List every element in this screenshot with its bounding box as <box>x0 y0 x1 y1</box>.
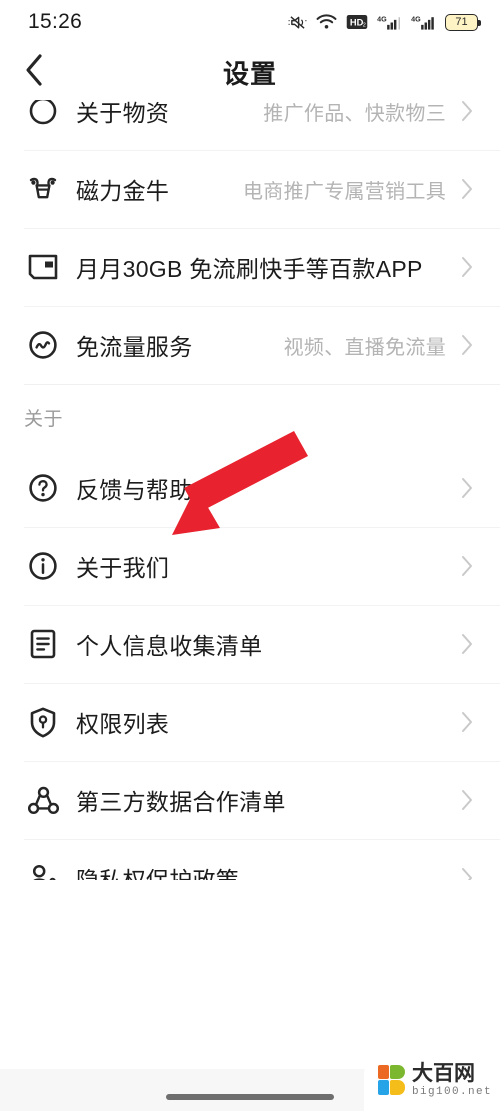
silent-mode-icon <box>288 14 307 31</box>
list-item-magnetic-bull[interactable]: 磁力金牛 电商推广专属营销工具 <box>0 150 500 228</box>
watermark: 大百网 big100.net <box>364 1049 500 1111</box>
list-item-label: 磁力金牛 <box>76 178 170 204</box>
chevron-right-icon <box>456 100 478 122</box>
hd-volte-icon: HD 2 <box>346 14 368 30</box>
list-item-label: 关于物资 <box>76 100 170 126</box>
status-icon-group: HD 2 4G 4G 71 <box>288 13 481 31</box>
chevron-left-icon <box>24 53 46 92</box>
phone-screen: 15:26 HD 2 4G 4G 71 设置 关于物资 推广作品、快款物三 磁力… <box>0 0 500 1111</box>
list-item-feedback-help[interactable]: 反馈与帮助 <box>0 449 500 527</box>
home-indicator[interactable] <box>166 1094 334 1100</box>
chevron-right-icon <box>456 711 478 733</box>
circle-icon <box>24 100 62 130</box>
data-flow-icon <box>24 326 62 364</box>
list-item-data-plan[interactable]: 月月30GB 免流刷快手等百款APP <box>0 228 500 306</box>
list-item-value: 电商推广专属营销工具 <box>243 180 446 203</box>
chevron-right-icon <box>456 334 478 356</box>
watermark-name-en: big100.net <box>412 1085 493 1098</box>
status-time: 15:26 <box>28 10 83 33</box>
list-item-permission-list[interactable]: 权限列表 <box>0 683 500 761</box>
list-item-label: 反馈与帮助 <box>76 477 193 503</box>
list-item-label: 月月30GB 免流刷快手等百款APP <box>76 256 423 282</box>
svg-text:2: 2 <box>363 23 366 29</box>
title-bar: 设置 <box>0 44 500 100</box>
document-list-icon <box>24 625 62 663</box>
list-item-label: 隐私权保护政策 <box>76 867 240 880</box>
chevron-right-icon <box>456 867 478 880</box>
list-item-label: 个人信息收集清单 <box>76 633 263 659</box>
svg-text:4G: 4G <box>377 15 387 23</box>
watermark-logo-icon <box>378 1065 406 1095</box>
svg-text:HD: HD <box>350 18 364 28</box>
list-item-label: 权限列表 <box>76 711 170 737</box>
chevron-right-icon <box>456 178 478 200</box>
person-lock-icon <box>24 859 62 880</box>
wifi-icon <box>316 14 337 30</box>
list-item-label: 第三方数据合作清单 <box>76 789 286 815</box>
battery-icon: 71 <box>445 13 481 31</box>
question-circle-icon <box>24 469 62 507</box>
network-nodes-icon <box>24 781 62 819</box>
list-item-label: 关于我们 <box>76 555 170 581</box>
chevron-right-icon <box>456 477 478 499</box>
list-item-third-party-data[interactable]: 第三方数据合作清单 <box>0 761 500 839</box>
status-bar: 15:26 HD 2 4G 4G 71 <box>0 0 500 44</box>
signal-4g-sim2-icon: 4G <box>411 14 436 31</box>
list-item-label: 免流量服务 <box>76 334 193 360</box>
section-header-about: 关于 <box>0 385 500 449</box>
list-item-value: 推广作品、快款物三 <box>263 102 446 125</box>
list-item-about-us[interactable]: 关于我们 <box>0 527 500 605</box>
signal-4g-sim1-icon: 4G <box>377 14 402 31</box>
chevron-right-icon <box>456 633 478 655</box>
svg-text:4G: 4G <box>411 15 421 23</box>
list-item-value: 视频、直播免流量 <box>283 336 446 359</box>
list-item-free-data-service[interactable]: 免流量服务 视频、直播免流量 <box>0 306 500 384</box>
chevron-right-icon <box>456 789 478 811</box>
list-item-privacy-policy[interactable]: 隐私权保护政策 <box>0 839 500 880</box>
chevron-right-icon <box>456 256 478 278</box>
list-item-personal-info-list[interactable]: 个人信息收集清单 <box>0 605 500 683</box>
list-item-clipped[interactable]: 关于物资 推广作品、快款物三 <box>0 100 500 150</box>
shield-key-icon <box>24 703 62 741</box>
settings-list[interactable]: 关于物资 推广作品、快款物三 磁力金牛 电商推广专属营销工具 月月30GB 免流… <box>0 100 500 880</box>
sim-card-icon <box>24 248 62 286</box>
watermark-name-cn: 大百网 <box>412 1061 475 1085</box>
page-title: 设置 <box>222 58 277 89</box>
back-button[interactable] <box>0 44 70 100</box>
chevron-right-icon <box>456 555 478 577</box>
bull-icon <box>24 170 62 208</box>
info-circle-icon <box>24 547 62 585</box>
battery-level: 71 <box>455 15 468 28</box>
